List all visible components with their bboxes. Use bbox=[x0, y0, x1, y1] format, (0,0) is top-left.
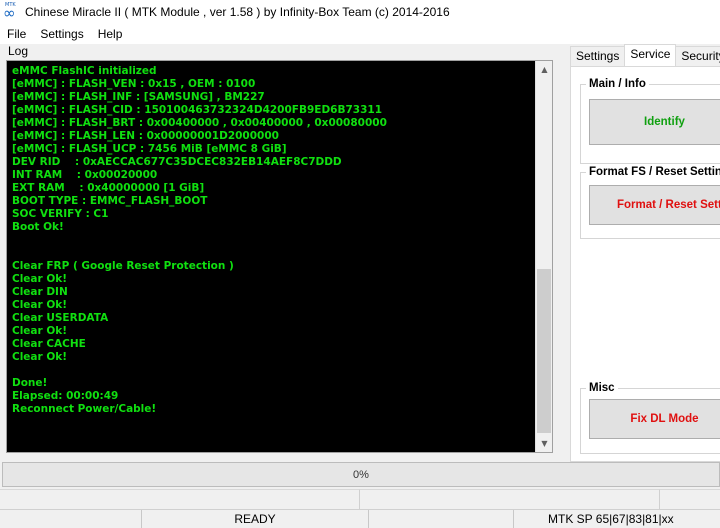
log-line: Clear Ok! bbox=[12, 273, 68, 285]
menu-bar: File Settings Help bbox=[0, 24, 720, 44]
log-line: [eMMC] : FLASH_VEN : 0x15 , OEM : 0100 bbox=[12, 78, 256, 90]
fix-dl-mode-button[interactable]: Fix DL Mode bbox=[589, 399, 720, 439]
log-line: INT RAM : 0x00020000 bbox=[12, 169, 158, 181]
status-bar: READY MTK SP 65|67|83|81|xx bbox=[0, 509, 720, 528]
log-line: Clear DIN bbox=[12, 286, 68, 298]
log-line: [eMMC] : FLASH_UCP : 7456 MiB [eMMC 8 Gi… bbox=[12, 143, 287, 155]
log-line: Clear Ok! bbox=[12, 299, 68, 311]
log-line: EXT RAM : 0x40000000 [1 GiB] bbox=[12, 182, 205, 194]
group-main-info: Main / Info Identify bbox=[580, 77, 720, 164]
status-device-info: MTK SP 65|67|83|81|xx bbox=[548, 512, 674, 526]
title-bar: MTK ∞ Chinese Miracle II ( MTK Module , … bbox=[0, 0, 720, 24]
menu-help[interactable]: Help bbox=[91, 24, 130, 44]
group-misc: Misc Fix DL Mode bbox=[580, 381, 720, 454]
log-panel: eMMC FlashIC initialized [eMMC] : FLASH_V… bbox=[6, 60, 553, 453]
tab-security[interactable]: Security bbox=[675, 46, 720, 66]
service-panel: Main / Info Identify Format FS / Reset S… bbox=[570, 66, 720, 462]
log-line: Elapsed: 00:00:49 bbox=[12, 390, 119, 402]
log-line: [eMMC] : FLASH_INF : [SAMSUNG] , BM227 bbox=[12, 91, 265, 103]
log-line: SOC VERIFY : C1 bbox=[12, 208, 109, 220]
scroll-down-icon[interactable]: ▼ bbox=[536, 435, 553, 452]
log-line: BOOT TYPE : EMMC_FLASH_BOOT bbox=[12, 195, 208, 207]
log-line: Clear Ok! bbox=[12, 325, 68, 337]
log-line: Clear USERDATA bbox=[12, 312, 109, 324]
menu-settings[interactable]: Settings bbox=[33, 24, 90, 44]
identify-button[interactable]: Identify bbox=[589, 99, 720, 145]
scroll-thumb[interactable] bbox=[537, 269, 551, 433]
log-line: [eMMC] : FLASH_BRT : 0x00400000 , 0x0040… bbox=[12, 117, 387, 129]
log-line: DEV RID : 0xAECCAC677C35DCEC832EB14AEF8C… bbox=[12, 156, 342, 168]
infinity-icon: MTK ∞ bbox=[3, 2, 16, 22]
log-scrollbar[interactable]: ▲ ▼ bbox=[535, 61, 552, 452]
log-text[interactable]: eMMC FlashIC initialized [eMMC] : FLASH_V… bbox=[12, 65, 532, 450]
group-title-misc: Misc bbox=[586, 381, 618, 395]
window-title: Chinese Miracle II ( MTK Module , ver 1.… bbox=[25, 5, 450, 19]
status-bar-upper bbox=[0, 489, 720, 509]
group-title-format-fs: Format FS / Reset Settings bbox=[586, 165, 720, 179]
menu-file[interactable]: File bbox=[0, 24, 33, 44]
log-line: [eMMC] : FLASH_CID : 150100463732324D420… bbox=[12, 104, 382, 116]
group-format-fs: Format FS / Reset Settings Format / Rese… bbox=[580, 165, 720, 239]
tab-strip: Settings Service Security bbox=[570, 44, 720, 66]
log-line: Clear FRP ( Google Reset Protection ) bbox=[12, 260, 234, 272]
log-line: eMMC FlashIC initialized bbox=[12, 65, 157, 77]
log-line: Boot Ok! bbox=[12, 221, 64, 233]
group-title-main-info: Main / Info bbox=[586, 77, 649, 91]
progress-bar: 0% bbox=[2, 462, 720, 487]
status-state: READY bbox=[142, 510, 369, 528]
scroll-up-icon[interactable]: ▲ bbox=[536, 61, 553, 78]
format-reset-button[interactable]: Format / Reset Settings bbox=[589, 185, 720, 225]
log-line: [eMMC] : FLASH_LEN : 0x00000001D2000000 bbox=[12, 130, 279, 142]
tab-settings[interactable]: Settings bbox=[570, 46, 626, 66]
progress-text: 0% bbox=[353, 468, 369, 481]
log-line: Clear CACHE bbox=[12, 338, 86, 350]
tab-service[interactable]: Service bbox=[624, 44, 677, 66]
log-line: Clear Ok! bbox=[12, 351, 68, 363]
log-line: Done! bbox=[12, 377, 48, 389]
log-label: Log bbox=[8, 44, 29, 58]
log-line: Reconnect Power/Cable! bbox=[12, 403, 157, 415]
